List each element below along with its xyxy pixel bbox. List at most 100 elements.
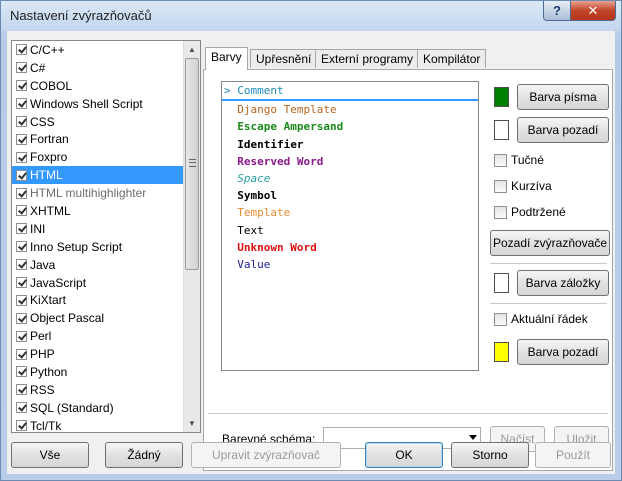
language-checkbox[interactable] [16, 366, 27, 378]
underline-check-box[interactable] [494, 205, 507, 219]
style-item[interactable]: Django Template [222, 101, 478, 118]
language-item[interactable]: Perl [12, 327, 200, 345]
scroll-up-icon[interactable]: ▲ [184, 41, 200, 58]
language-checkbox[interactable] [16, 420, 27, 432]
language-item[interactable]: RSS [12, 381, 200, 399]
style-item[interactable]: Space [222, 170, 478, 187]
tab-kompilator[interactable]: Kompilátor [417, 49, 487, 68]
language-checkbox[interactable] [16, 384, 27, 396]
style-item[interactable]: > Comment [222, 82, 478, 102]
language-item[interactable]: SQL (Standard) [12, 399, 200, 417]
style-item[interactable]: Template [222, 204, 478, 221]
language-item[interactable]: JavaScript [12, 274, 200, 292]
language-checkbox[interactable] [16, 44, 27, 56]
language-item[interactable]: HTML multihighlighter [12, 184, 200, 202]
bold-check-box[interactable] [494, 153, 507, 167]
ok-button[interactable]: OK [365, 442, 443, 468]
language-checkbox[interactable] [16, 312, 27, 324]
language-item[interactable]: KiXtart [12, 291, 200, 309]
language-item[interactable]: Fortran [12, 130, 200, 148]
font-color-button[interactable]: Barva písma [517, 84, 609, 110]
current-line-background-button[interactable]: Barva pozadí [517, 339, 609, 365]
language-item[interactable]: Foxpro [12, 148, 200, 166]
bold-checkbox[interactable]: Tučné [494, 153, 544, 167]
style-item[interactable]: Reserved Word [222, 153, 478, 170]
language-checkbox[interactable] [16, 402, 27, 414]
language-checkbox[interactable] [16, 330, 27, 342]
italic-check-box[interactable] [494, 179, 507, 193]
language-checkbox[interactable] [16, 348, 27, 360]
language-item[interactable]: XHTML [12, 202, 200, 220]
language-label: HTML multihighlighter [30, 186, 147, 201]
language-item[interactable]: C# [12, 59, 200, 77]
current-line-checkbox[interactable]: Aktuální řádek [494, 312, 588, 326]
highlighter-background-button[interactable]: Pozadí zvýrazňovače [490, 230, 610, 256]
help-button[interactable]: ? [543, 1, 571, 21]
italic-checkbox[interactable]: Kurzíva [494, 179, 552, 193]
apply-button[interactable]: Použít [535, 442, 611, 468]
language-checkbox[interactable] [16, 187, 27, 199]
close-button[interactable]: ✕ [570, 1, 616, 21]
language-checkbox[interactable] [16, 277, 27, 289]
language-label: Inno Setup Script [30, 239, 123, 254]
tab-color-button[interactable]: Barva záložky [517, 270, 609, 296]
language-label: COBOL [30, 78, 73, 93]
language-item[interactable]: C/C++ [12, 41, 200, 59]
language-item[interactable]: PHP [12, 345, 200, 363]
language-checkbox[interactable] [16, 80, 27, 92]
language-item[interactable]: HTML [12, 166, 200, 185]
background-color-button[interactable]: Barva pozadí [517, 117, 609, 143]
language-checkbox[interactable] [16, 241, 27, 253]
current-line-check-box[interactable] [494, 312, 507, 326]
language-checkbox[interactable] [16, 169, 27, 181]
language-item[interactable]: Object Pascal [12, 309, 200, 327]
style-item[interactable]: Identifier [222, 136, 478, 153]
language-checkbox[interactable] [16, 116, 27, 127]
language-checkbox[interactable] [16, 98, 27, 110]
language-checkbox[interactable] [16, 223, 27, 235]
language-label: SQL (Standard) [30, 400, 114, 415]
style-item[interactable]: Value [222, 256, 478, 273]
style-list[interactable]: > Comment Django Template Escape Ampersa… [221, 81, 479, 371]
cancel-button[interactable]: Storno [451, 442, 529, 468]
chevron-down-icon[interactable] [469, 435, 477, 440]
language-item[interactable]: Python [12, 363, 200, 381]
language-checkbox[interactable] [16, 294, 27, 306]
language-checkbox[interactable] [16, 62, 27, 74]
style-item[interactable]: Escape Ampersand [222, 118, 478, 135]
edit-highlighter-button[interactable]: Upravit zvýrazňovač [191, 442, 341, 468]
language-item[interactable]: CSS [12, 113, 200, 131]
select-all-button[interactable]: Vše [11, 442, 89, 468]
tab-color-swatch [494, 273, 509, 293]
separator [490, 263, 607, 264]
italic-label: Kurzíva [511, 179, 552, 193]
separator [490, 303, 607, 304]
scroll-thumb[interactable] [185, 58, 199, 270]
style-item[interactable]: Text [222, 222, 478, 239]
language-item[interactable]: Tcl/Tk [12, 417, 200, 433]
language-label: Tcl/Tk [30, 418, 62, 433]
select-none-button[interactable]: Žádný [105, 442, 183, 468]
language-item[interactable]: INI [12, 220, 200, 238]
language-item[interactable]: Inno Setup Script [12, 238, 200, 256]
language-checkbox[interactable] [16, 133, 27, 145]
language-label: XHTML [30, 203, 71, 218]
language-checkbox[interactable] [16, 259, 27, 271]
tab-barvy[interactable]: Barvy [205, 47, 248, 70]
scroll-down-icon[interactable]: ▼ [184, 415, 200, 432]
language-label: Object Pascal [30, 311, 105, 326]
language-list-scrollbar[interactable]: ▲ ▼ [183, 41, 200, 432]
language-label: C# [30, 60, 46, 75]
style-item[interactable]: Unknown Word [222, 239, 478, 256]
style-item[interactable]: Symbol [222, 187, 478, 204]
language-item[interactable]: COBOL [12, 77, 200, 95]
language-checkbox[interactable] [16, 151, 27, 163]
title-bar[interactable]: Nastavení zvýrazňovačů ? ✕ [1, 1, 621, 31]
underline-checkbox[interactable]: Podtržené [494, 205, 566, 219]
language-list[interactable]: C/C++ C# COBOL Windows Shell Script CSS Fortr… [11, 40, 201, 433]
tab-externi-programy[interactable]: Externí programy [315, 49, 420, 68]
language-item[interactable]: Windows Shell Script [12, 95, 200, 113]
language-item[interactable]: Java [12, 256, 200, 274]
tab-upresneni[interactable]: Upřesnění [250, 49, 318, 68]
language-checkbox[interactable] [16, 205, 27, 217]
